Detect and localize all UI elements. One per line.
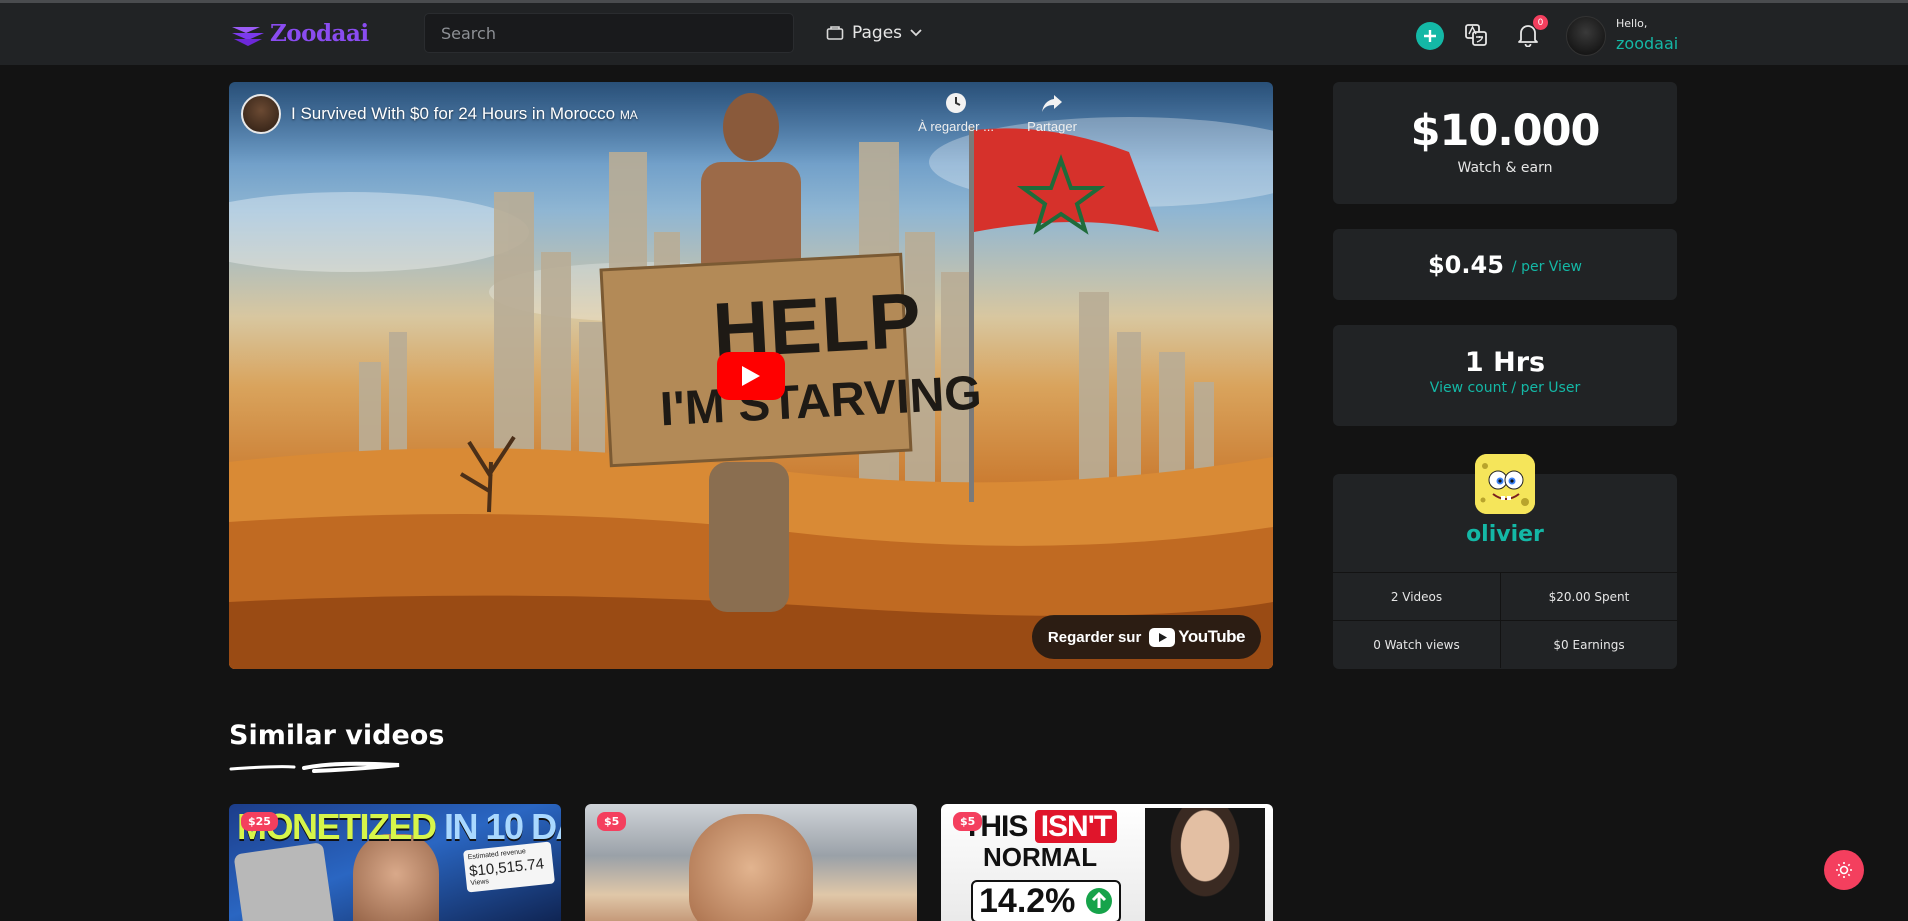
similar-video-card-1[interactable]: MONETIZED IN 10 DAYS Estimated revenue $… xyxy=(229,804,561,921)
thumb-percent: 14.2% xyxy=(971,880,1121,921)
per-view-card: $0.45 / per View xyxy=(1333,229,1677,300)
folder-icon xyxy=(826,26,844,40)
user-avatar[interactable] xyxy=(1566,16,1606,56)
header-username[interactable]: zoodaai xyxy=(1616,34,1678,53)
thumb-headline: THIS ISN'T xyxy=(963,810,1118,844)
owner-stats: 2 Videos $20.00 Spent 0 Watch views $0 E… xyxy=(1333,572,1677,668)
share-icon xyxy=(1042,95,1062,112)
sign-text: HELP I'M STARVING xyxy=(659,277,979,437)
heading-underline xyxy=(229,761,400,773)
budget-caption: Watch & earn xyxy=(1457,160,1553,176)
similar-video-card-2[interactable]: $5 xyxy=(585,804,917,921)
spongebob-avatar-icon xyxy=(1475,454,1535,514)
play-icon xyxy=(742,366,760,386)
arrow-up-icon xyxy=(1085,888,1112,914)
pages-menu[interactable]: Pages xyxy=(826,23,922,43)
price-badge: $5 xyxy=(597,812,627,831)
owner-name[interactable]: olivier xyxy=(1333,522,1677,547)
greeting-text: Hello, xyxy=(1616,17,1648,30)
notification-badge: 0 xyxy=(1533,15,1548,30)
similar-video-card-3[interactable]: THIS ISN'T NORMAL 14.2% $5 xyxy=(941,804,1273,921)
sign-line2: I'M STARVING xyxy=(659,367,979,437)
pages-label: Pages xyxy=(852,23,903,43)
top-navbar: Zoodaai Pages 0 Hello, zoodaai xyxy=(0,0,1908,65)
thumb-headline: MONETIZED IN 10 DAYS xyxy=(237,806,561,847)
similar-videos-heading: Similar videos xyxy=(229,720,445,751)
statue-image xyxy=(233,842,335,921)
budget-amount: $10.000 xyxy=(1410,106,1601,156)
play-button[interactable] xyxy=(717,352,785,400)
logo-icon xyxy=(232,26,264,46)
creator-image xyxy=(1145,808,1265,921)
budget-card: $10.000 Watch & earn xyxy=(1333,82,1677,204)
logo-text: Zoodaai xyxy=(270,20,369,47)
watch-on-youtube-button[interactable]: Regarder sur YouTube xyxy=(1031,615,1261,659)
per-view-caption: / per View xyxy=(1511,258,1583,275)
owner-watch-views: 0 Watch views xyxy=(1333,620,1501,668)
view-hours-card: 1 Hrs View count / per User xyxy=(1333,325,1677,426)
view-hours: 1 Hrs xyxy=(1464,347,1546,378)
share-button[interactable]: Partager xyxy=(1007,92,1097,134)
chevron-down-icon xyxy=(910,29,922,37)
search-input[interactable] xyxy=(424,13,794,53)
price-badge: $5 xyxy=(953,812,983,831)
watch-on-label: Regarder sur xyxy=(1047,628,1142,646)
logo[interactable]: Zoodaai xyxy=(230,20,369,47)
owner-earnings: $0 Earnings xyxy=(1501,620,1677,668)
owner-avatar[interactable] xyxy=(1475,454,1535,514)
view-hours-caption: View count / per User xyxy=(1429,380,1581,396)
video-title[interactable]: I Survived With $0 for 24 Hours in Moroc… xyxy=(291,104,638,124)
owner-card: olivier 2 Videos $20.00 Spent 0 Watch vi… xyxy=(1333,454,1677,669)
watch-later-button[interactable]: À regarder ... xyxy=(911,92,1001,134)
thumb-subheadline: NORMAL xyxy=(983,842,1098,872)
owner-spent: $20.00 Spent xyxy=(1501,572,1677,620)
watch-later-label: À regarder ... xyxy=(918,119,994,134)
youtube-logo: YouTube xyxy=(1149,627,1245,647)
translate-button[interactable] xyxy=(1464,23,1488,51)
price-badge: $25 xyxy=(241,812,278,831)
owner-videos: 2 Videos xyxy=(1333,572,1501,620)
youtube-icon xyxy=(1149,627,1176,647)
creator-image xyxy=(689,814,813,921)
revenue-card: Estimated revenue $10,515.74 Views xyxy=(463,841,555,893)
video-player[interactable]: I Survived With $0 for 24 Hours in Moroc… xyxy=(229,82,1273,669)
clock-icon xyxy=(946,93,966,113)
theme-toggle-button[interactable] xyxy=(1824,850,1864,890)
plus-icon xyxy=(1424,30,1436,42)
translate-icon xyxy=(1465,24,1487,46)
channel-avatar[interactable] xyxy=(241,94,281,134)
share-label: Partager xyxy=(1027,119,1077,134)
sun-icon xyxy=(1836,862,1852,878)
per-view-amount: $0.45 xyxy=(1427,250,1504,279)
add-button[interactable] xyxy=(1416,22,1444,50)
